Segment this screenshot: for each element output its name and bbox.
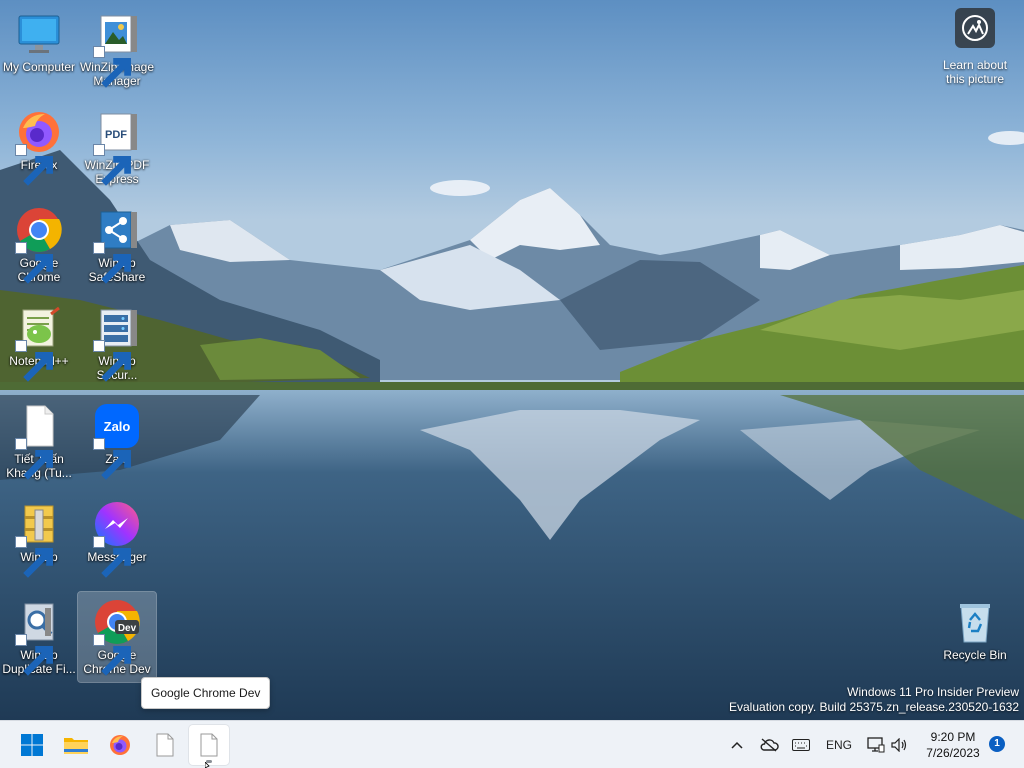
desktop-icon-google-chrome-dev[interactable]: Dev Google Chrome Dev: [77, 591, 157, 683]
taskbar-document-2[interactable]: [189, 725, 229, 765]
onedrive-tray-button[interactable]: [757, 733, 781, 757]
desktop-icon-text-document[interactable]: Tiết Tuấn Khang (Tu...: [0, 396, 78, 486]
dev-badge: Dev: [118, 623, 137, 634]
watermark-line-2: Evaluation copy. Build 25375.zn_release.…: [729, 700, 1019, 714]
zalo-badge: Zalo: [104, 419, 131, 434]
notification-badge[interactable]: 1: [989, 736, 1005, 752]
evaluation-watermark: Windows 11 Pro Insider Preview Evaluatio…: [729, 685, 1019, 715]
winzip-icon: [15, 500, 63, 578]
pdf-badge: PDF: [105, 129, 127, 141]
shortcut-arrow-icon: [93, 144, 131, 186]
winzip-safeshare-icon: [93, 206, 141, 284]
network-ethernet-icon: [867, 737, 885, 753]
learn-about-label: Learn about this picture: [942, 58, 1008, 86]
zalo-icon: Zalo: [93, 402, 141, 480]
firefox-icon: [15, 108, 63, 186]
shortcut-arrow-icon: [93, 438, 131, 480]
firefox-icon: [110, 735, 130, 755]
touch-keyboard-button[interactable]: [789, 733, 813, 757]
notepad-plus-plus-icon: [15, 304, 63, 382]
input-language-button[interactable]: ENG: [822, 733, 856, 757]
speaker-icon: [891, 738, 907, 752]
shortcut-arrow-icon: [15, 340, 53, 382]
windows-start-icon: [21, 734, 43, 756]
desktop-icon-recycle-bin[interactable]: Recycle Bin: [936, 592, 1014, 682]
keyboard-icon: [792, 739, 810, 751]
recycle-bin-icon: [951, 598, 999, 646]
clock-date: 7/26/2023: [926, 746, 980, 760]
mouse-cursor-icon: [205, 762, 210, 768]
shortcut-arrow-icon: [15, 438, 53, 480]
volume-tray-button[interactable]: [889, 733, 911, 757]
watermark-line-1: Windows 11 Pro Insider Preview: [847, 685, 1019, 699]
taskbar: ENG 9:20 PM 7/26/2023 1: [0, 720, 1024, 768]
messenger-icon: [93, 500, 141, 578]
chevron-up-icon: [731, 741, 743, 749]
taskbar-document-1[interactable]: [145, 725, 185, 765]
cloud-offline-icon: [760, 738, 779, 752]
desktop-icon-label: My Computer: [2, 60, 76, 74]
show-hidden-icons-button[interactable]: [726, 733, 748, 757]
chrome-icon: [15, 206, 63, 284]
shortcut-arrow-icon: [15, 536, 53, 578]
desktop-icon-notepad-plus-plus[interactable]: Notepad++: [0, 298, 78, 388]
desktop-icon-zalo[interactable]: Zalo Zalo: [78, 396, 156, 486]
shortcut-arrow-icon: [93, 46, 131, 88]
start-button[interactable]: [12, 725, 52, 765]
blank-document-icon: [200, 733, 218, 757]
winzip-duplicate-files-icon: [15, 598, 63, 676]
desktop-icon-google-chrome[interactable]: Google Chrome: [0, 200, 78, 290]
desktop-icon-winzip-image-manager[interactable]: WinZip Image Manager: [78, 4, 156, 94]
desktop-icon-label: Recycle Bin: [943, 648, 1007, 662]
taskbar-file-explorer[interactable]: [56, 725, 96, 765]
shortcut-arrow-icon: [93, 634, 131, 676]
network-tray-button[interactable]: [865, 733, 887, 757]
monitor-icon: [15, 10, 63, 58]
tooltip: Google Chrome Dev: [141, 677, 271, 709]
winzip-image-manager-icon: [93, 10, 141, 88]
desktop-icon-winzip-secure-backup[interactable]: WinZip Secur...: [78, 298, 156, 388]
camera-info-icon: [955, 8, 995, 48]
winzip-pdf-express-icon: PDF: [93, 108, 141, 186]
shortcut-arrow-icon: [15, 144, 53, 186]
shortcut-arrow-icon: [93, 340, 131, 382]
file-explorer-icon: [64, 738, 88, 754]
blank-document-icon: [156, 733, 174, 757]
desktop-icon-winzip-duplicate-files[interactable]: WinZip Duplicate Fi...: [0, 592, 78, 682]
winzip-secure-backup-icon: [93, 304, 141, 382]
desktop-icon-winzip-pdf-express[interactable]: PDF WinZip PDF Express: [78, 102, 156, 192]
desktop-icon-winzip[interactable]: WinZip: [0, 494, 78, 584]
shortcut-arrow-icon: [15, 634, 53, 676]
taskbar-clock[interactable]: 9:20 PM 7/26/2023: [918, 729, 988, 761]
chrome-dev-icon: Dev: [93, 598, 141, 676]
desktop-icon-messenger[interactable]: Messenger: [78, 494, 156, 584]
shortcut-arrow-icon: [93, 536, 131, 578]
desktop-icon-firefox[interactable]: Firefox: [0, 102, 78, 192]
learn-about-this-picture[interactable]: Learn about this picture: [936, 8, 1014, 94]
clock-time: 9:20 PM: [930, 730, 976, 744]
blank-document-icon: [15, 402, 63, 480]
taskbar-firefox[interactable]: [100, 725, 140, 765]
desktop-icon-winzip-safeshare[interactable]: WinZip SafeShare: [78, 200, 156, 290]
desktop-icon-my-computer[interactable]: My Computer: [0, 4, 78, 94]
shortcut-arrow-icon: [15, 242, 53, 284]
shortcut-arrow-icon: [93, 242, 131, 284]
